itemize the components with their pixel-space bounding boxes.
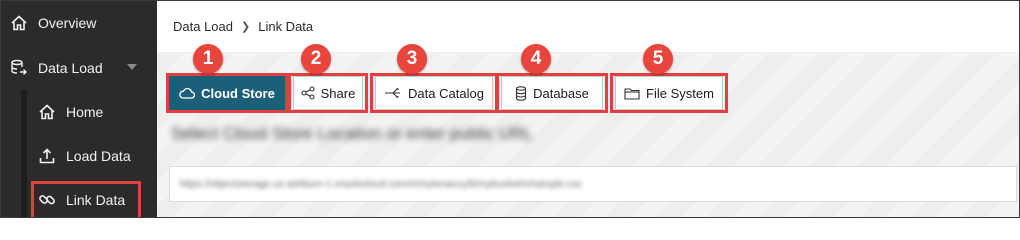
breadcrumb-parent[interactable]: Data Load bbox=[173, 19, 233, 34]
cloud-location-input[interactable]: https://objectstorage.us-ashburn-1.oracl… bbox=[169, 166, 1017, 202]
tab-label: File System bbox=[646, 85, 714, 101]
sidebar-item-label: Home bbox=[66, 104, 104, 120]
step-badge: 4 bbox=[521, 44, 551, 74]
share-icon bbox=[301, 86, 315, 100]
tab-label: Data Catalog bbox=[408, 85, 484, 101]
data-load-icon bbox=[9, 58, 29, 78]
tab-label: Database bbox=[533, 85, 589, 101]
tab-database[interactable]: Database bbox=[501, 76, 603, 110]
sidebar-item-label: Data Load bbox=[38, 60, 103, 76]
sidebar: Overview Data Load Home Load Data Link D… bbox=[1, 1, 157, 217]
tab-label: Share bbox=[320, 85, 356, 101]
link-data-panel: Cloud Store 1 Share 2 Data Catalog 3 Dat… bbox=[157, 44, 1019, 217]
chevron-right-icon: ❯ bbox=[241, 21, 251, 33]
tab-label: Cloud Store bbox=[201, 85, 275, 101]
home-icon bbox=[37, 102, 57, 122]
sidebar-item-data-load[interactable]: Data Load bbox=[1, 46, 157, 90]
cloud-location-label: Select Cloud Store Location or enter pub… bbox=[171, 124, 533, 143]
url-value: https://objectstorage.us-ashburn-1.oracl… bbox=[180, 178, 582, 190]
step-badge: 5 bbox=[643, 44, 673, 74]
tab-data-catalog[interactable]: Data Catalog bbox=[375, 76, 493, 110]
catalog-icon bbox=[384, 87, 402, 99]
tab-file-system[interactable]: File System bbox=[615, 76, 723, 110]
link-data-highlight bbox=[31, 181, 141, 217]
home-icon bbox=[9, 13, 29, 33]
app-window: Overview Data Load Home Load Data Link D… bbox=[0, 0, 1020, 218]
sidebar-item-overview[interactable]: Overview bbox=[1, 1, 157, 45]
folder-icon bbox=[624, 87, 640, 100]
main-area: Data Load ❯ Link Data Cloud Store 1 Shar… bbox=[157, 1, 1019, 217]
tab-share[interactable]: Share bbox=[293, 76, 363, 110]
breadcrumb-current: Link Data bbox=[258, 19, 314, 34]
sidebar-item-label: Overview bbox=[38, 15, 97, 31]
step-badge: 3 bbox=[397, 44, 427, 74]
chevron-down-icon[interactable] bbox=[127, 64, 137, 70]
upload-icon bbox=[37, 146, 57, 166]
step-badge: 1 bbox=[193, 44, 223, 74]
cloud-icon bbox=[179, 87, 196, 99]
sidebar-item-load-data[interactable]: Load Data bbox=[1, 134, 157, 178]
breadcrumb: Data Load ❯ Link Data bbox=[157, 1, 1019, 53]
database-icon bbox=[515, 85, 527, 101]
sidebar-item-label: Load Data bbox=[66, 148, 131, 164]
step-badge: 2 bbox=[301, 44, 331, 74]
sidebar-item-home[interactable]: Home bbox=[1, 90, 157, 134]
tab-cloud-store[interactable]: Cloud Store bbox=[169, 76, 285, 110]
